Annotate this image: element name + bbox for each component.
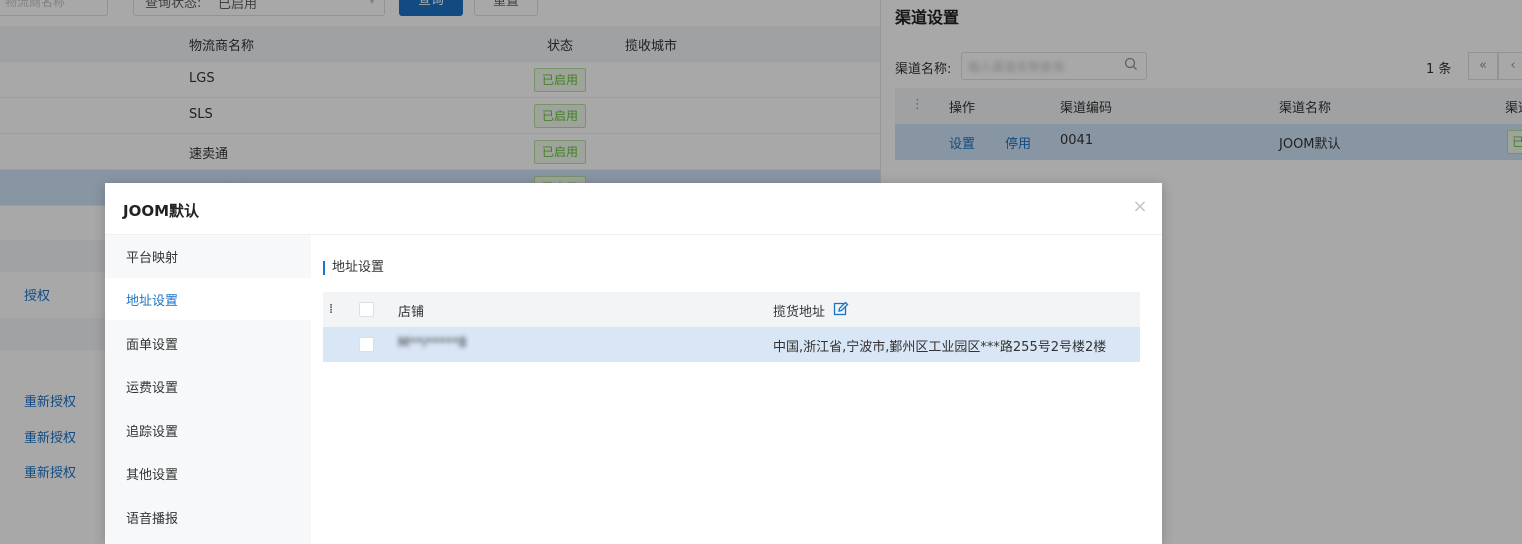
menu-item-other-settings[interactable]: 其他设置 bbox=[105, 452, 311, 494]
dialog-title: JOOM默认 bbox=[123, 202, 200, 220]
menu-item-label: 地址设置 bbox=[126, 294, 179, 309]
menu-item-tracking-settings[interactable]: 追踪设置 bbox=[105, 409, 311, 451]
menu-item-address-settings[interactable]: 地址设置 bbox=[105, 278, 311, 320]
menu-item-shipping-fee-settings[interactable]: 运费设置 bbox=[105, 365, 311, 407]
col-pickup-address: 揽货地址 bbox=[773, 305, 826, 320]
grid-header: ⁞ 店铺 揽货地址 bbox=[323, 292, 1140, 327]
col-store: 店铺 bbox=[398, 305, 425, 320]
menu-item-label: 语音播报 bbox=[126, 512, 179, 527]
address-settings-panel: 地址设置 ⁞ 店铺 揽货地址 M**i*****8 中国,浙江省,宁波市,鄞州区… bbox=[311, 235, 1162, 544]
menu-item-label: 运费设置 bbox=[126, 381, 179, 396]
select-all-checkbox[interactable] bbox=[359, 302, 374, 317]
settings-menu: 平台映射 地址设置 面单设置 运费设置 追踪设置 其他设置 语音播报 bbox=[105, 235, 311, 544]
menu-item-label: 平台映射 bbox=[126, 251, 179, 266]
table-row[interactable]: M**i*****8 中国,浙江省,宁波市,鄞州区工业园区***路255号2号楼… bbox=[323, 327, 1140, 362]
close-icon[interactable]: × bbox=[1132, 198, 1148, 216]
menu-item-label: 追踪设置 bbox=[126, 425, 179, 440]
edit-icon[interactable] bbox=[833, 301, 849, 317]
dialog-header: JOOM默认 × bbox=[105, 183, 1162, 235]
menu-item-label: 面单设置 bbox=[126, 338, 179, 353]
channel-config-dialog: JOOM默认 × 平台映射 地址设置 面单设置 运费设置 追踪设置 其他设置 语… bbox=[105, 183, 1162, 544]
menu-item-label: 其他设置 bbox=[126, 468, 179, 483]
row-checkbox[interactable] bbox=[359, 337, 374, 352]
drag-handle-icon[interactable]: ⁞ bbox=[329, 301, 335, 319]
section-title: 地址设置 bbox=[323, 261, 384, 275]
store-name: M**i*****8 bbox=[398, 336, 467, 351]
menu-item-label-settings[interactable]: 面单设置 bbox=[105, 322, 311, 364]
pickup-address: 中国,浙江省,宁波市,鄞州区工业园区***路255号2号楼2楼 bbox=[773, 340, 1107, 355]
menu-item-platform-mapping[interactable]: 平台映射 bbox=[105, 235, 311, 277]
menu-item-voice-broadcast[interactable]: 语音播报 bbox=[105, 496, 311, 538]
